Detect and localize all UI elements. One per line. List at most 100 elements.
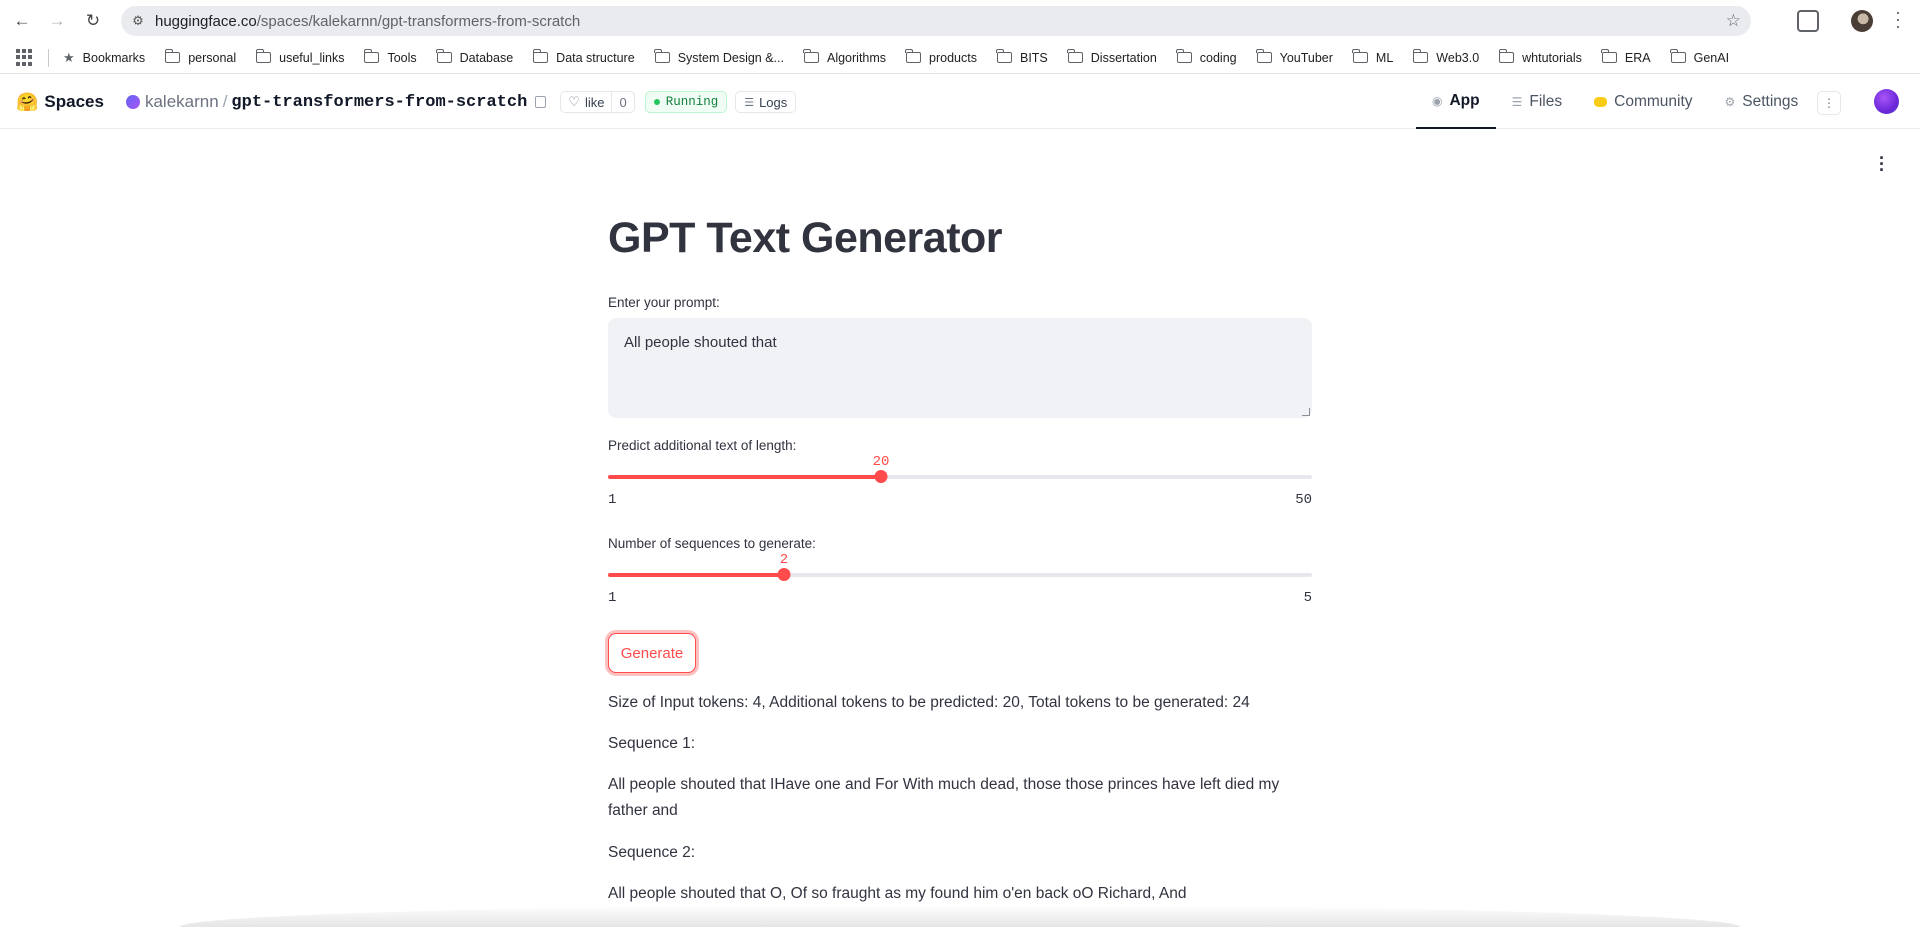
length-slider-max: 50	[1295, 492, 1312, 508]
bookmarks-separator	[48, 48, 49, 67]
folder-icon	[532, 49, 549, 63]
bookmark-folder[interactable]: GenAI	[1670, 49, 1730, 65]
length-slider: Predict additional text of length: 20 1 …	[608, 438, 1312, 508]
copy-icon[interactable]	[535, 96, 547, 108]
bookmark-folder[interactable]: System Design &...	[654, 49, 784, 65]
folder-icon	[1176, 49, 1192, 63]
folder-icon	[363, 49, 380, 63]
tab-app-label: App	[1449, 92, 1480, 109]
back-button[interactable]: ←	[9, 8, 35, 34]
owner-link[interactable]: kalekarnn	[145, 92, 219, 112]
url-host: huggingface.co	[155, 12, 257, 30]
sequence-1-heading: Sequence 1:	[608, 735, 696, 752]
sequences-slider-track[interactable]	[608, 568, 1312, 581]
sequences-slider-max: 5	[1303, 590, 1312, 606]
bookmark-folder[interactable]: coding	[1176, 49, 1237, 65]
page-title: GPT Text Generator	[608, 214, 1003, 262]
arrow-left-icon: ←	[13, 11, 31, 30]
forward-button[interactable]: →	[44, 8, 70, 34]
tab-community-label: Community	[1614, 93, 1693, 110]
reload-button[interactable]: ↻	[80, 8, 106, 34]
tab-files[interactable]: ☰ Files	[1496, 75, 1579, 129]
bookmark-folder-label: Data structure	[556, 50, 635, 65]
logs-icon: ☰	[744, 96, 755, 109]
browser-menu-icon[interactable]: · · ·	[1893, 3, 1903, 35]
site-settings-icon[interactable]: ⚙	[121, 13, 155, 29]
bookmark-folder[interactable]: Database	[436, 49, 514, 65]
folder-icon	[1670, 49, 1686, 63]
tab-community[interactable]: Community	[1578, 75, 1708, 129]
repo-name[interactable]: gpt-transformers-from-scratch	[231, 93, 527, 112]
more-options-icon[interactable]: ⋮	[1817, 91, 1841, 115]
status-badge[interactable]: Running	[644, 91, 728, 113]
sequence-2-text: All people shouted that O, Of so fraught…	[608, 885, 1187, 902]
bookmark-folder-label: Database	[459, 50, 514, 65]
address-bar[interactable]: ⚙ huggingface.co/spaces/kalekarnn/gpt-tr…	[121, 6, 1751, 36]
logs-button[interactable]: ☰ Logs	[735, 91, 797, 113]
app-main-menu-icon[interactable]: · · ·	[1877, 149, 1887, 179]
bookmark-folder[interactable]: Data structure	[532, 49, 635, 65]
bookmark-folder-label: System Design &...	[677, 50, 784, 65]
tab-settings-label: Settings	[1742, 93, 1799, 110]
bookmark-folder[interactable]: ML	[1352, 49, 1394, 65]
apps-grid-icon[interactable]	[16, 48, 34, 67]
heart-icon: ♡	[568, 94, 580, 109]
bookmark-folder-label: useful_links	[279, 50, 345, 65]
bookmark-folder[interactable]: personal	[164, 49, 236, 65]
bookmark-folder[interactable]: ERA	[1601, 49, 1651, 65]
bookmark-folder[interactable]: Dissertation	[1067, 49, 1157, 65]
hugging-face-logo-icon[interactable]: 🤗	[16, 92, 38, 113]
bookmark-starred[interactable]: ★ Bookmarks	[63, 50, 145, 66]
arrow-right-icon: →	[48, 11, 66, 30]
bookmark-folder-label: Web3.0	[1436, 50, 1480, 65]
status-dot-icon	[653, 99, 660, 105]
sequences-slider-min: 1	[608, 590, 617, 606]
resize-handle-icon[interactable]	[1302, 408, 1310, 416]
tab-settings[interactable]: ⚙ Settings	[1709, 75, 1815, 129]
gear-icon: ⚙	[1724, 95, 1736, 109]
bookmark-folder-label: products	[929, 50, 977, 65]
sequences-slider-value: 2	[779, 552, 789, 568]
length-slider-min: 1	[608, 492, 617, 508]
sequences-slider-thumb[interactable]	[777, 568, 791, 581]
prompt-input[interactable]: All people shouted that	[608, 318, 1312, 418]
length-slider-thumb[interactable]	[874, 470, 888, 483]
bookmark-folder-label: ML	[1375, 50, 1394, 65]
bookmark-folder-label: whtutorials	[1522, 50, 1582, 65]
status-label: Running	[665, 95, 719, 109]
extensions-icon[interactable]	[1797, 10, 1819, 32]
files-icon: ☰	[1511, 95, 1523, 109]
spaces-link[interactable]: Spaces	[44, 92, 104, 112]
community-icon	[1594, 97, 1608, 107]
browser-profile-avatar[interactable]	[1851, 10, 1873, 32]
bookmark-folder[interactable]: BITS	[996, 49, 1048, 65]
bookmark-folder[interactable]: whtutorials	[1498, 49, 1582, 65]
tab-app[interactable]: ◉ App	[1416, 75, 1496, 129]
bookmark-folder[interactable]: Web3.0	[1412, 49, 1480, 65]
generate-button[interactable]: Generate	[608, 633, 696, 673]
bookmark-label: Bookmarks	[82, 50, 146, 65]
sequence-2-heading: Sequence 2:	[608, 844, 696, 861]
url-text[interactable]: huggingface.co/spaces/kalekarnn/gpt-tran…	[155, 13, 580, 30]
sequences-slider-label: Number of sequences to generate:	[608, 536, 816, 551]
folder-icon	[1067, 49, 1083, 63]
sequences-slider: Number of sequences to generate: 2 1 5	[608, 536, 1312, 606]
bookmark-folder-label: GenAI	[1693, 50, 1730, 65]
bookmark-folder-label: YouTuber	[1279, 50, 1333, 65]
app-main: GPT Text Generator Enter your prompt: Al…	[608, 214, 1312, 902]
bookmark-folder[interactable]: Algorithms	[803, 49, 886, 65]
bookmark-folder[interactable]: products	[905, 49, 977, 65]
folder-icon	[996, 49, 1012, 63]
bookmark-folder[interactable]: Tools	[363, 49, 417, 65]
length-slider-track[interactable]	[608, 470, 1312, 483]
bookmark-folder[interactable]: useful_links	[255, 49, 345, 65]
star-filled-icon: ★	[63, 49, 75, 65]
star-icon[interactable]: ☆	[1726, 11, 1741, 31]
length-slider-fill	[608, 475, 881, 479]
space-tabs: ◉ App ☰ Files Community ⚙ Settings	[1416, 75, 1814, 129]
like-button[interactable]: ♡ like 0	[560, 91, 635, 113]
folder-icon	[1412, 49, 1429, 63]
user-avatar[interactable]	[1874, 89, 1899, 114]
bookmark-folder[interactable]: YouTuber	[1256, 49, 1333, 65]
owner-avatar	[125, 95, 140, 109]
